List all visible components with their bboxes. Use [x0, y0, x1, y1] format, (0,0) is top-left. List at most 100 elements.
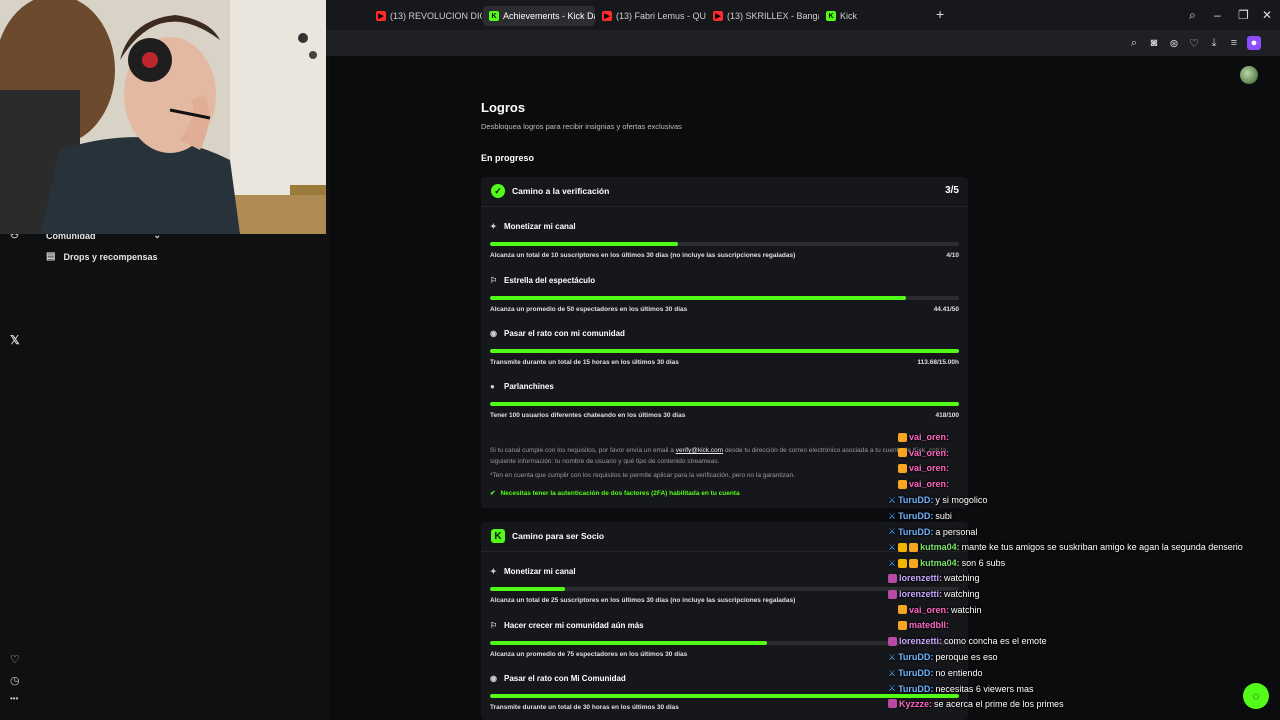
zoom-icon[interactable]: ⌕ [1127, 36, 1141, 50]
webcam-overlay [0, 0, 326, 234]
youtube-favicon-icon: ▶ [376, 11, 386, 21]
tab-label: (13) REVOLUCION DIGITA [390, 11, 482, 21]
chat-username[interactable]: vai_oren: [909, 463, 949, 473]
subscriber-badge-icon [909, 542, 919, 552]
progress-fill [490, 402, 959, 406]
broadcast-icon: ◉ [490, 674, 497, 683]
chat-text: watching [944, 573, 980, 584]
chat-text: a personal [935, 526, 978, 537]
goal-item: ◉ Pasar el rato con mi comunidad Transmit… [490, 329, 959, 366]
sword-badge-icon: ⚔ [888, 510, 897, 521]
progress-fill [490, 587, 566, 591]
chat-message: ⚔ TuruDD: no entiendo [888, 668, 982, 679]
card-progress-count: 3/5 [945, 185, 959, 196]
chat-username[interactable]: lorenzetti: [899, 636, 942, 646]
youtube-favicon-icon: ▶ [713, 11, 723, 21]
chat-username[interactable]: vai_oren: [909, 432, 949, 442]
progress-fill [490, 349, 959, 353]
subscriber-badge-icon [888, 589, 897, 599]
chat-text: como concha es el emote [944, 636, 1047, 647]
goal-description: Transmite durante un total de 30 horas e… [490, 704, 679, 711]
subscriber-badge-icon [898, 605, 907, 615]
goal-description: Tener 100 usuarios diferentes chateando … [490, 412, 686, 419]
camera-icon[interactable]: ◙ [1147, 36, 1161, 50]
progress-fill [490, 296, 907, 300]
new-tab-button[interactable]: + [936, 6, 944, 22]
sidebar-item-label: Drops y recompensas [63, 251, 158, 262]
chat-username[interactable]: kutma04: [920, 558, 960, 568]
chat-text: no entiendo [935, 668, 983, 678]
webcam-image [0, 0, 326, 234]
chat-message: vai_oren: [898, 479, 951, 489]
support-chat-button[interactable]: ◌ [1243, 683, 1269, 709]
tab-fabri-lemus[interactable]: ▶ (13) Fabri Lemus - QUIER [596, 6, 706, 26]
chat-username[interactable]: matedbll: [909, 620, 949, 630]
close-icon[interactable]: ✕ [1262, 8, 1272, 22]
chat-username[interactable]: TuruDD: [898, 511, 933, 521]
kick-logo-icon: K [491, 529, 505, 543]
section-title: En progreso [481, 153, 535, 163]
user-avatar[interactable] [1240, 66, 1258, 84]
chat-message: vai_oren: watchin [898, 605, 982, 615]
chat-message: vai_oren: [898, 448, 951, 458]
progress-fill [490, 242, 678, 246]
subscriber-badge-icon [898, 620, 907, 630]
tab-revolucion[interactable]: ▶ (13) REVOLUCION DIGITA [370, 6, 482, 26]
chat-username[interactable]: TuruDD: [898, 684, 933, 694]
progress-fill [490, 641, 767, 645]
tab-kick[interactable]: K Kick [820, 6, 880, 26]
chat-username[interactable]: vai_oren: [909, 605, 949, 615]
chat-username[interactable]: Kyzzze: [899, 699, 932, 709]
chat-username[interactable]: vai_oren: [909, 448, 949, 458]
sword-badge-icon: ⚔ [888, 667, 897, 678]
goal-value: 44.41/50 [933, 306, 959, 313]
chat-message: ⚔ TuruDD: peroque es eso [888, 652, 997, 663]
subscriber-badge-icon [909, 558, 919, 568]
x-social-icon[interactable]: 𝕏 [10, 333, 20, 347]
chat-username[interactable]: TuruDD: [898, 652, 933, 662]
extension-icon[interactable]: ⊛ [1167, 36, 1181, 50]
chat-username[interactable]: TuruDD: [898, 495, 933, 505]
chat-username[interactable]: TuruDD: [898, 527, 933, 537]
progress-bar [490, 349, 959, 353]
menu-icon[interactable]: ≡ [1227, 36, 1241, 50]
profile-icon[interactable]: ● [1247, 36, 1261, 50]
goal-description: Alcanza un total de 10 suscriptores en l… [490, 252, 796, 259]
tab-skrillex[interactable]: ▶ (13) SKRILLEX - Bangarang [707, 6, 819, 26]
download-icon[interactable]: ⤓ [1207, 36, 1221, 50]
chat-message: matedbll: [898, 620, 951, 630]
card-title: Camino a la verificación [512, 186, 610, 196]
kick-favicon-icon: K [826, 11, 836, 21]
chat-text: y si mogolico [935, 495, 988, 506]
heart-icon[interactable]: ♡ [10, 653, 20, 666]
sword-badge-icon: ⚔ [888, 557, 897, 568]
verify-email-link[interactable]: verify@kick.com [676, 447, 723, 454]
progress-bar [490, 242, 959, 246]
goal-value: 4/10 [946, 252, 959, 259]
chat-username[interactable]: kutma04: [920, 542, 960, 552]
tab-achievements[interactable]: K Achievements - Kick Dash [483, 6, 595, 26]
tab-search-icon[interactable]: ⌕ [1189, 8, 1196, 23]
favorite-icon[interactable]: ♡ [1187, 36, 1201, 50]
sword-badge-icon: ⚔ [888, 651, 897, 662]
chat-username[interactable]: TuruDD: [898, 668, 933, 678]
chat-username[interactable]: lorenzetti: [899, 589, 942, 599]
card-header: ✓ Camino a la verificación [491, 184, 609, 198]
subscriber-badge-icon [888, 636, 897, 646]
chat-username[interactable]: vai_oren: [909, 479, 949, 489]
verified-check-icon: ✓ [491, 184, 505, 198]
restore-icon[interactable]: ❐ [1238, 8, 1249, 22]
chat-text: subi [935, 511, 952, 521]
progress-bar [490, 402, 959, 406]
minimize-icon[interactable]: – [1214, 8, 1221, 22]
clock-icon[interactable]: ◷ [10, 674, 20, 687]
sidebar-item-drops[interactable]: ▤ Drops y recompensas [46, 251, 158, 262]
chat-username[interactable]: lorenzetti: [899, 573, 942, 583]
tab-label: Kick [840, 11, 858, 21]
drops-icon: ▤ [46, 251, 56, 262]
kick-favicon-icon: K [489, 11, 499, 21]
chat-icon: ◌ [1252, 689, 1260, 703]
more-icon[interactable]: ••• [10, 694, 18, 703]
chat-message: ⚔ TuruDD: y si mogolico [888, 495, 987, 506]
chat-text: watching [944, 589, 980, 599]
